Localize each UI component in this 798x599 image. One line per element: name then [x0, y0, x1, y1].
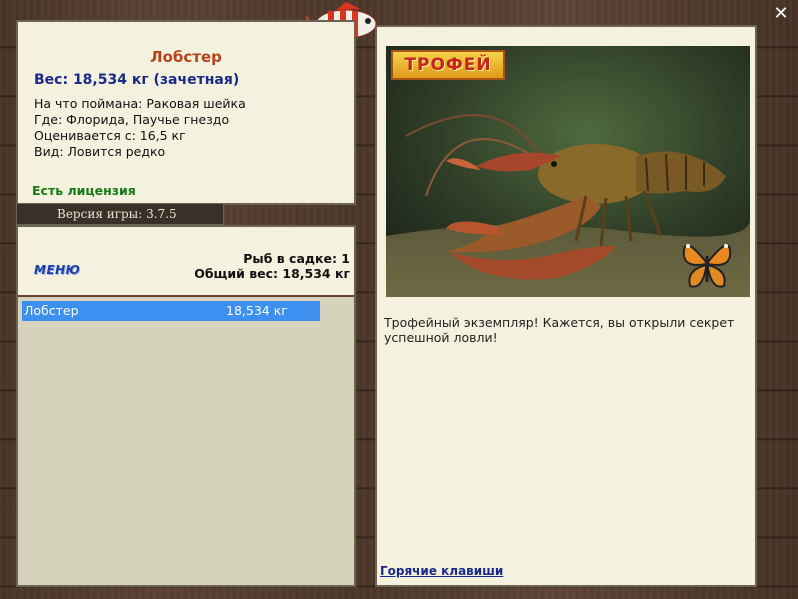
license-status: Есть лицензия [32, 183, 136, 198]
hotkeys-link[interactable]: Горячие клавиши [380, 564, 503, 578]
fish-detail-panel: ТРОФЕЙ Трофейный экземпляр! Кажется, вы … [375, 25, 757, 587]
list-item-name: Лобстер [24, 303, 79, 318]
fish-list: Лобстер 18,534 кг [18, 295, 354, 585]
lobster-image [386, 46, 750, 297]
fish-name: Лобстер [150, 48, 222, 66]
cage-count: Рыб в садке: 1 [243, 251, 350, 266]
menu-button[interactable]: МЕНЮ [34, 263, 80, 277]
caught-on: На что поймана: Раковая шейка [34, 96, 246, 111]
trophy-description: Трофейный экземпляр! Кажется, вы открыли… [384, 315, 735, 345]
location: Где: Флорида, Паучье гнездо [34, 112, 230, 127]
fish-kind: Вид: Ловится редко [34, 144, 166, 159]
fish-info-panel: Лобстер Вес: 18,534 кг (зачетная) На что… [16, 20, 356, 205]
list-item[interactable]: Лобстер 18,534 кг [22, 301, 320, 321]
cage-stats: Рыб в садке: 1 Общий вес: 18,534 кг [194, 251, 350, 281]
list-item-weight: 18,534 кг [226, 303, 288, 318]
trophy-badge: ТРОФЕЙ [391, 50, 505, 80]
fish-photo: ТРОФЕЙ [386, 46, 750, 297]
close-icon[interactable]: ✕ [771, 4, 791, 24]
total-weight: Общий вес: 18,534 кг [194, 266, 350, 281]
fish-weight: Вес: 18,534 кг (зачетная) [34, 72, 240, 88]
cage-panel: МЕНЮ Рыб в садке: 1 Общий вес: 18,534 кг… [16, 225, 356, 587]
rated-from: Оценивается с: 16,5 кг [34, 128, 186, 143]
game-version: Версия игры: 3.7.5 [16, 203, 224, 225]
